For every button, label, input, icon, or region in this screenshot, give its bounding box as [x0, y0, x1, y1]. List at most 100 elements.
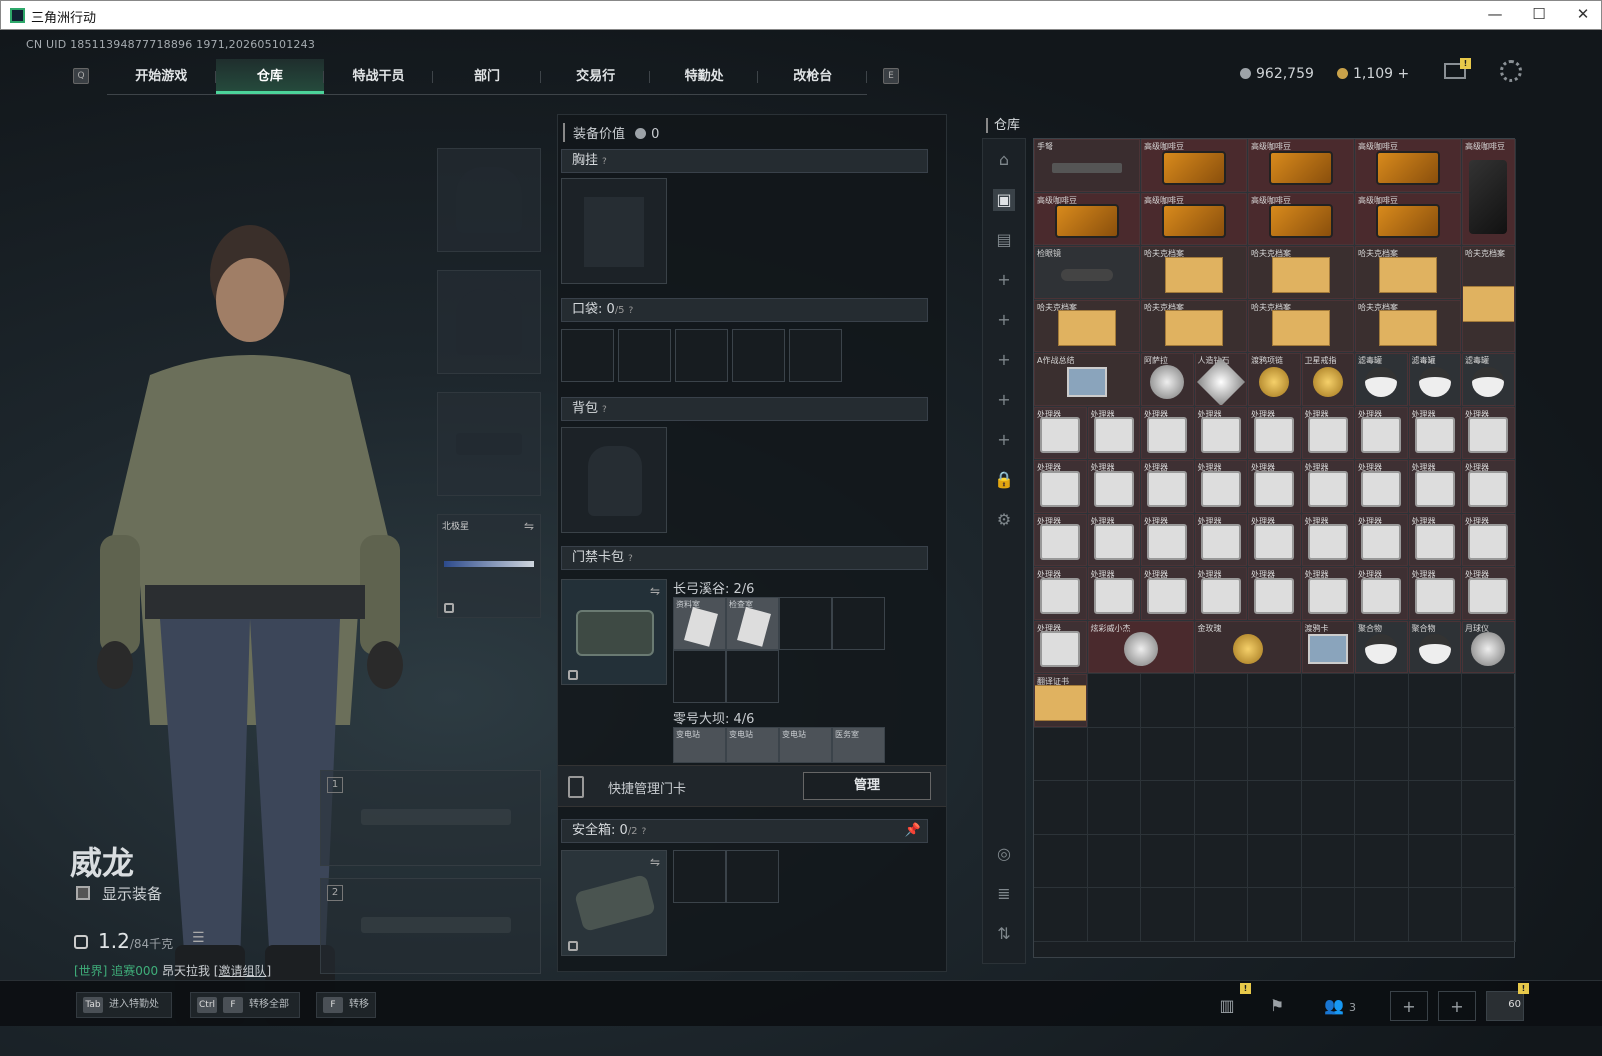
layers-icon[interactable]: ≣: [993, 883, 1015, 905]
item-proc[interactable]: 处理器: [1194, 513, 1247, 566]
item-scope[interactable]: 检眼镜: [1034, 246, 1140, 299]
helmet-slot[interactable]: [437, 148, 541, 252]
storage-page-icon[interactable]: ▣: [993, 189, 1015, 211]
swap-icon[interactable]: ⇋: [650, 584, 660, 598]
item-proc[interactable]: 处理器: [1034, 406, 1087, 459]
item-proc[interactable]: 处理器: [1355, 460, 1408, 513]
grid-cell[interactable]: [1408, 834, 1462, 888]
minimize-button[interactable]: —: [1483, 5, 1507, 25]
close-button[interactable]: ✕: [1571, 5, 1595, 25]
item-proc[interactable]: 处理器: [1248, 567, 1301, 620]
keycard-item[interactable]: 变电站: [673, 727, 726, 763]
grid-cell[interactable]: [1248, 781, 1302, 835]
primary-weapon-slot-1[interactable]: 1: [320, 770, 541, 866]
grid-cell[interactable]: [1248, 888, 1302, 942]
item-file[interactable]: 哈夫克档案: [1141, 246, 1247, 299]
item-proc[interactable]: 处理器: [1355, 513, 1408, 566]
show-equip-checkbox[interactable]: [76, 886, 90, 900]
item-medal[interactable]: A作战总结: [1034, 353, 1140, 406]
item-filter[interactable]: 滤毒罐: [1462, 353, 1515, 406]
item-wrench[interactable]: 阿萨拉: [1141, 353, 1194, 406]
friends-button[interactable]: 👥 3: [1310, 991, 1370, 1021]
item-coffee[interactable]: 高级咖啡豆: [1248, 139, 1354, 192]
invite-slot-1[interactable]: +: [1390, 991, 1428, 1021]
grid-cell[interactable]: [1462, 888, 1516, 942]
item-proc[interactable]: 处理器: [1355, 567, 1408, 620]
item-cert[interactable]: 翻译证书: [1034, 674, 1087, 727]
keycard-item[interactable]: 变电站: [726, 727, 779, 763]
item-proc[interactable]: 处理器: [1301, 406, 1354, 459]
safe-slot[interactable]: [726, 850, 779, 903]
help-icon[interactable]: ?: [602, 151, 614, 167]
chest-rig-slot[interactable]: [561, 178, 667, 284]
maximize-button[interactable]: ☐: [1527, 5, 1551, 25]
item-proc[interactable]: 处理器: [1034, 460, 1087, 513]
keycard-item[interactable]: 变电站: [779, 727, 832, 763]
item-proc[interactable]: 处理器: [1301, 460, 1354, 513]
tab-trade[interactable]: 交易行: [541, 59, 650, 94]
grid-cell[interactable]: [1355, 674, 1409, 728]
keycard-slot[interactable]: [726, 650, 779, 703]
item-proc[interactable]: 处理器: [1087, 567, 1140, 620]
grid-cell[interactable]: [1462, 727, 1516, 781]
tab-special-ops[interactable]: 特勤处: [650, 59, 759, 94]
item-moon[interactable]: 月球仪: [1462, 620, 1515, 673]
item-rose[interactable]: 金玫瑰: [1194, 620, 1301, 673]
primary-weapon-slot-2[interactable]: 2: [320, 878, 541, 974]
swap-icon[interactable]: ⇋: [650, 855, 660, 869]
nav-prev-key[interactable]: Q: [73, 68, 89, 84]
grid-cell[interactable]: [1141, 727, 1195, 781]
keycard-slot[interactable]: [779, 597, 832, 650]
add-page-icon[interactable]: +: [993, 429, 1015, 451]
keycard-item[interactable]: 检查室: [726, 597, 779, 650]
add-page-icon[interactable]: +: [993, 309, 1015, 331]
grid-cell[interactable]: [1301, 834, 1355, 888]
grid-cell[interactable]: [1301, 727, 1355, 781]
grid-cell[interactable]: [1301, 781, 1355, 835]
grid-cell[interactable]: [1462, 781, 1516, 835]
item-file[interactable]: 哈夫克档案: [1141, 299, 1247, 352]
item-proc[interactable]: 处理器: [1194, 460, 1247, 513]
item-crossbow[interactable]: 手弩: [1034, 139, 1140, 192]
item-proc[interactable]: 处理器: [1355, 406, 1408, 459]
grid-cell[interactable]: [1248, 727, 1302, 781]
item-proc[interactable]: 处理器: [1248, 460, 1301, 513]
grid-cell[interactable]: [1408, 781, 1462, 835]
item-diamond[interactable]: 人造钻石: [1194, 353, 1247, 406]
grid-cell[interactable]: [1194, 834, 1248, 888]
item-proc[interactable]: 处理器: [1034, 513, 1087, 566]
item-filter[interactable]: 滤毒罐: [1355, 353, 1408, 406]
settings-gear-icon[interactable]: [1500, 60, 1522, 82]
invite-slot-2[interactable]: +: [1438, 991, 1476, 1021]
keycard-slot[interactable]: [832, 597, 885, 650]
add-page-icon[interactable]: +: [993, 389, 1015, 411]
keycard-slot[interactable]: [673, 650, 726, 703]
pocket-slot[interactable]: [618, 329, 671, 382]
grid-cell[interactable]: [1194, 674, 1248, 728]
grid-cell[interactable]: [1141, 781, 1195, 835]
item-coffee[interactable]: 高级咖啡豆: [1462, 139, 1515, 245]
item-coffee[interactable]: 高级咖啡豆: [1355, 139, 1461, 192]
grid-cell[interactable]: [1462, 834, 1516, 888]
item-proc[interactable]: 处理器: [1408, 567, 1461, 620]
item-proc[interactable]: 处理器: [1462, 567, 1515, 620]
grid-cell[interactable]: [1034, 781, 1088, 835]
help-icon[interactable]: ?: [602, 399, 614, 415]
pocket-slot[interactable]: [732, 329, 785, 382]
grid-cell[interactable]: [1087, 781, 1141, 835]
item-proc[interactable]: 处理器: [1141, 513, 1194, 566]
add-currency-button[interactable]: +: [1398, 66, 1410, 82]
item-coffee[interactable]: 高级咖啡豆: [1355, 192, 1461, 245]
item-proc[interactable]: 处理器: [1141, 460, 1194, 513]
keycard-case-slot[interactable]: ⇋: [561, 579, 667, 685]
operator-icon[interactable]: ◎: [993, 843, 1015, 865]
item-gold_armor[interactable]: 炫彩威小杰: [1087, 620, 1194, 673]
pocket-slot[interactable]: [561, 329, 614, 382]
pocket-slot[interactable]: [789, 329, 842, 382]
grid-cell[interactable]: [1087, 834, 1141, 888]
item-proc[interactable]: 处理器: [1408, 406, 1461, 459]
grid-cell[interactable]: [1408, 674, 1462, 728]
tab-warehouse[interactable]: 仓库: [215, 59, 325, 94]
grid-cell[interactable]: [1355, 888, 1409, 942]
item-sphere[interactable]: 聚合物: [1408, 620, 1461, 673]
